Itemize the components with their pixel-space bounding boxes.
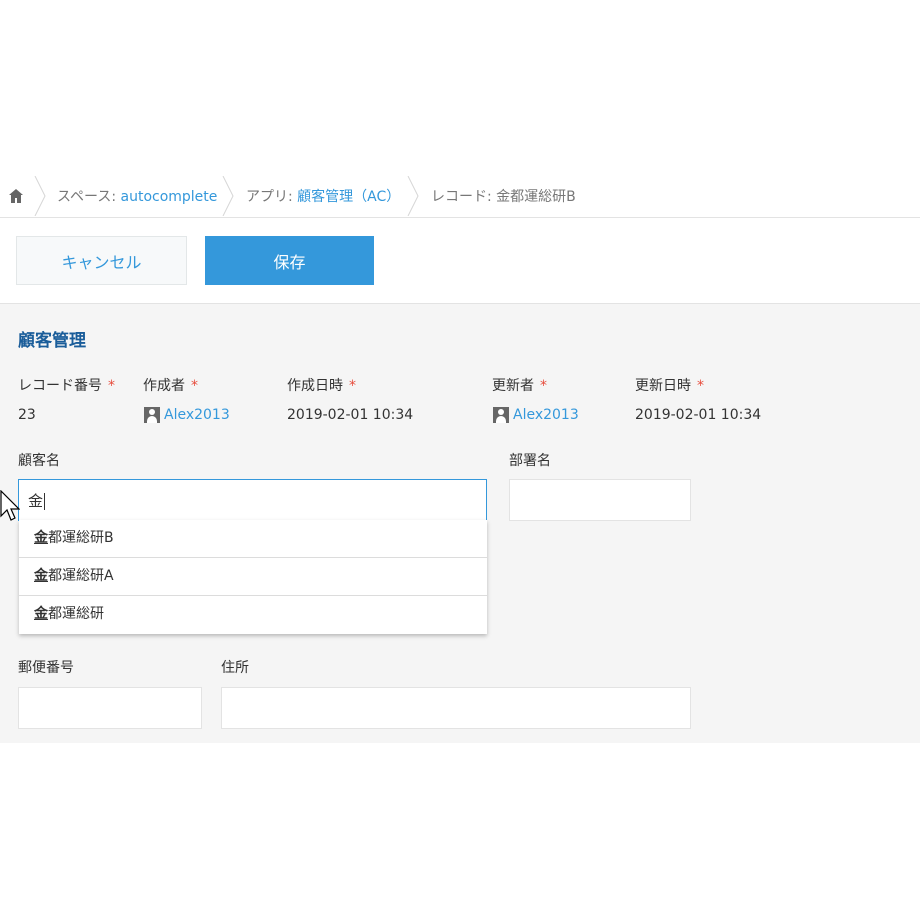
customer-name-label: 顧客名 (18, 453, 60, 469)
customer-name-value: 金 (28, 492, 46, 510)
autocomplete-rest: 都運総研 (48, 606, 104, 622)
created-by-value[interactable]: Alex2013 (164, 407, 230, 423)
autocomplete-option[interactable]: 金都運総研B (19, 520, 487, 558)
autocomplete-match: 金 (34, 568, 48, 584)
created-at-value: 2019-02-01 10:34 (287, 407, 414, 423)
record-number-value: 23 (18, 407, 36, 423)
breadcrumb-separator-icon (34, 176, 46, 216)
required-mark: * (349, 378, 356, 394)
autocomplete-match: 金 (34, 606, 48, 622)
required-mark: * (540, 378, 547, 394)
updated-by-label: 更新者 * (492, 378, 547, 394)
app-title: 顧客管理 (18, 331, 86, 351)
updated-at-label: 更新日時 * (635, 378, 704, 394)
record-number-label: レコード番号 * (18, 378, 115, 394)
customer-name-input[interactable]: 金 (18, 479, 487, 521)
required-mark: * (697, 378, 704, 394)
cancel-button[interactable]: キャンセル (16, 236, 187, 285)
updated-by-user[interactable]: Alex2013 (493, 407, 579, 423)
postal-code-input[interactable] (18, 687, 202, 729)
breadcrumb-space-link[interactable]: autocomplete (121, 189, 218, 205)
department-label: 部署名 (509, 453, 551, 469)
required-mark: * (191, 378, 198, 394)
autocomplete-rest: 都運総研B (48, 530, 114, 546)
breadcrumb-space[interactable]: スペース: autocomplete (57, 186, 217, 206)
autocomplete-option[interactable]: 金都運総研 (19, 596, 487, 634)
breadcrumb-separator-icon (407, 176, 419, 216)
breadcrumb-separator-icon (222, 176, 234, 216)
user-icon (144, 407, 160, 423)
autocomplete-match: 金 (34, 530, 48, 546)
breadcrumb-app-link[interactable]: 顧客管理（AC） (297, 189, 400, 205)
mouse-pointer-icon (0, 490, 20, 521)
created-by-label: 作成者 * (143, 378, 198, 394)
autocomplete-option[interactable]: 金都運総研A (19, 558, 487, 596)
address-label: 住所 (221, 660, 249, 676)
updated-by-value[interactable]: Alex2013 (513, 407, 579, 423)
autocomplete-dropdown: 金都運総研B 金都運総研A 金都運総研 (19, 520, 487, 634)
created-at-label: 作成日時 * (287, 378, 356, 394)
text-caret (44, 493, 46, 510)
breadcrumb-app-prefix: アプリ: (246, 189, 298, 205)
breadcrumb-app[interactable]: アプリ: 顧客管理（AC） (246, 186, 400, 206)
created-by-user[interactable]: Alex2013 (144, 407, 230, 423)
required-mark: * (108, 378, 115, 394)
breadcrumb-space-prefix: スペース: (57, 189, 121, 205)
department-input[interactable] (509, 479, 691, 521)
address-input[interactable] (221, 687, 691, 729)
save-button[interactable]: 保存 (205, 236, 374, 285)
autocomplete-rest: 都運総研A (48, 568, 114, 584)
user-icon (493, 407, 509, 423)
breadcrumb: スペース: autocomplete アプリ: 顧客管理（AC） レコード: 金… (0, 174, 920, 218)
updated-at-value: 2019-02-01 10:34 (635, 407, 762, 423)
breadcrumb-record: レコード: 金都運総研B (431, 189, 576, 205)
postal-code-label: 郵便番号 (18, 660, 74, 676)
home-icon[interactable] (8, 188, 24, 204)
